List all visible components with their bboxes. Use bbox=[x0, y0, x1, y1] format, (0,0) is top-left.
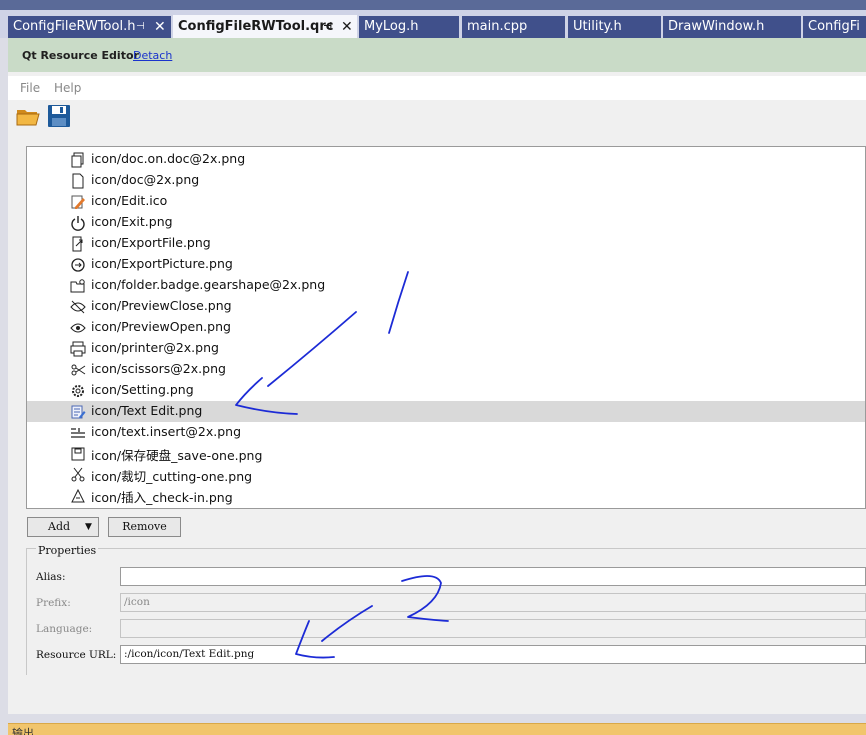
eye-off-icon bbox=[70, 299, 86, 315]
tree-row-label: icon/printer@2x.png bbox=[91, 340, 219, 355]
add-button[interactable]: Add ▼ bbox=[27, 517, 99, 537]
resource-file-tree[interactable]: icon/doc.on.doc@2x.png icon/doc@2x.png ico… bbox=[26, 146, 866, 509]
edit-icon bbox=[70, 194, 86, 210]
language-field[interactable] bbox=[120, 619, 866, 638]
tab-label: main.cpp bbox=[467, 19, 528, 34]
tree-row-label: icon/doc.on.doc@2x.png bbox=[91, 151, 246, 166]
pin-icon[interactable]: ⊣ bbox=[323, 15, 332, 39]
tree-row-label: icon/保存硬盘_save-one.png bbox=[91, 448, 263, 463]
tree-row[interactable]: icon/Edit.ico bbox=[27, 191, 865, 212]
tree-row-label: icon/folder.badge.gearshape@2x.png bbox=[91, 277, 326, 292]
tree-row-label: icon/PreviewOpen.png bbox=[91, 319, 231, 334]
save-one-icon bbox=[70, 446, 86, 462]
tree-row[interactable]: icon/Text Edit.png bbox=[27, 401, 865, 422]
tab-label: DrawWindow.h bbox=[668, 19, 765, 34]
close-icon[interactable]: ✕ bbox=[154, 16, 166, 38]
tab-configfi[interactable]: ConfigFi bbox=[803, 16, 866, 38]
open-folder-icon[interactable] bbox=[15, 103, 41, 129]
tab-utility-h[interactable]: Utility.h bbox=[568, 16, 661, 38]
toolbar bbox=[8, 100, 866, 134]
tab-label: ConfigFileRWTool.qrc bbox=[178, 19, 334, 34]
tab-configfilerwtool-h[interactable]: ConfigFileRWTool.h ⊣ ✕ bbox=[8, 16, 171, 38]
detach-link[interactable]: Detach bbox=[133, 49, 172, 62]
tree-row-label: icon/text.insert@2x.png bbox=[91, 424, 242, 439]
tree-row[interactable]: icon/ExportPicture.png bbox=[27, 254, 865, 275]
remove-button[interactable]: Remove bbox=[108, 517, 181, 537]
chevron-down-icon[interactable]: ▼ bbox=[85, 518, 92, 536]
gear-icon bbox=[70, 383, 86, 399]
tree-row[interactable]: icon/doc@2x.png bbox=[27, 170, 865, 191]
menu-file[interactable]: File bbox=[20, 81, 40, 95]
folder-gear-icon bbox=[70, 278, 86, 294]
text-edit-icon bbox=[70, 404, 86, 420]
eye-icon bbox=[70, 320, 86, 336]
tab-label: Utility.h bbox=[573, 19, 622, 34]
alias-field[interactable] bbox=[120, 567, 866, 586]
tree-row[interactable]: icon/printer@2x.png bbox=[27, 338, 865, 359]
power-icon bbox=[70, 215, 86, 231]
prefix-label: Prefix: bbox=[36, 597, 71, 609]
tree-row-label: icon/ExportPicture.png bbox=[91, 256, 233, 271]
editor-header-bar: Qt Resource Editor Detach bbox=[8, 38, 866, 72]
tab-configfilerwtool-qrc[interactable]: ConfigFileRWTool.qrc ⊣ ✕ bbox=[173, 15, 357, 39]
tree-row[interactable]: icon/scissors@2x.png bbox=[27, 359, 865, 380]
menu-bar: File Help bbox=[8, 76, 866, 100]
tree-row[interactable]: icon/folder.badge.gearshape@2x.png bbox=[27, 275, 865, 296]
tree-row[interactable]: icon/ExportFile.png bbox=[27, 233, 865, 254]
tree-row-label: icon/doc@2x.png bbox=[91, 172, 200, 187]
resource-url-field[interactable]: :/icon/icon/Text Edit.png bbox=[120, 645, 866, 664]
tab-drawwindow-h[interactable]: DrawWindow.h bbox=[663, 16, 801, 38]
scissors-icon bbox=[70, 362, 86, 378]
pin-icon[interactable]: ⊣ bbox=[136, 16, 145, 38]
export-picture-icon bbox=[70, 257, 86, 273]
alias-label: Alias: bbox=[36, 571, 66, 583]
tree-row[interactable]: icon/text.insert@2x.png bbox=[27, 422, 865, 443]
tree-row-label: icon/Edit.ico bbox=[91, 193, 168, 208]
doc-icon bbox=[70, 173, 86, 189]
output-panel-bar[interactable]: 输出 bbox=[8, 723, 866, 735]
printer-icon bbox=[70, 341, 86, 357]
check-in-icon bbox=[70, 488, 86, 504]
tab-label: ConfigFileRWTool.h bbox=[13, 19, 136, 34]
prefix-field[interactable]: /icon bbox=[120, 593, 866, 612]
add-label: Add bbox=[48, 520, 71, 533]
tree-row[interactable]: icon/裁切_cutting-one.png bbox=[27, 464, 865, 485]
tree-row-label: icon/PreviewClose.png bbox=[91, 298, 232, 313]
document-tab-strip: ConfigFileRWTool.h ⊣ ✕ ConfigFileRWTool.… bbox=[0, 0, 866, 39]
properties-title: Properties bbox=[36, 544, 99, 557]
language-label: Language: bbox=[36, 623, 93, 635]
cutting-icon bbox=[70, 467, 86, 483]
export-file-icon bbox=[70, 236, 86, 252]
resource-editor-pane: Qt Resource Editor Detach File Help icon… bbox=[8, 38, 866, 714]
tree-row-label: icon/Setting.png bbox=[91, 382, 194, 397]
tab-main-cpp[interactable]: main.cpp bbox=[462, 16, 565, 38]
editor-title: Qt Resource Editor bbox=[22, 49, 139, 62]
tree-row-label: icon/插入_check-in.png bbox=[91, 490, 233, 505]
tree-row[interactable]: icon/插入_check-in.png bbox=[27, 485, 865, 506]
tree-row[interactable]: icon/PreviewOpen.png bbox=[27, 317, 865, 338]
tree-row-label: icon/ExportFile.png bbox=[91, 235, 211, 250]
text-insert-icon bbox=[70, 425, 86, 441]
tree-row[interactable]: icon/Exit.png bbox=[27, 212, 865, 233]
tab-mylog-h[interactable]: MyLog.h bbox=[359, 16, 459, 38]
tree-row[interactable]: icon/Setting.png bbox=[27, 380, 865, 401]
close-icon[interactable]: ✕ bbox=[341, 15, 353, 39]
tree-row[interactable]: icon/doc.on.doc@2x.png bbox=[27, 149, 865, 170]
tree-row[interactable]: icon/PreviewClose.png bbox=[27, 296, 865, 317]
resource-url-label: Resource URL: bbox=[36, 649, 117, 661]
tree-row[interactable]: icon/保存硬盘_save-one.png bbox=[27, 443, 865, 464]
tree-row-label: icon/裁切_cutting-one.png bbox=[91, 469, 253, 484]
tree-row-label: icon/Text Edit.png bbox=[91, 403, 203, 418]
save-disk-icon[interactable] bbox=[46, 103, 72, 129]
docs-icon bbox=[70, 152, 86, 168]
tab-label: MyLog.h bbox=[364, 19, 419, 34]
tab-strip-top-bar bbox=[0, 0, 866, 10]
tree-row-label: icon/scissors@2x.png bbox=[91, 361, 226, 376]
tab-label: ConfigFi bbox=[808, 19, 860, 34]
menu-help[interactable]: Help bbox=[54, 81, 81, 95]
tree-row-label: icon/Exit.png bbox=[91, 214, 173, 229]
